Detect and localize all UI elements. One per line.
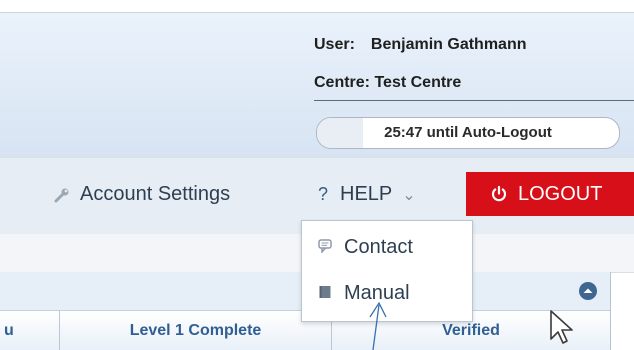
account-settings-label: Account Settings <box>80 183 231 205</box>
header-top-border <box>0 12 634 13</box>
user-label: User: <box>314 36 355 53</box>
centre-name: Test Centre <box>374 74 462 91</box>
help-dropdown-menu: Contact Manual <box>301 220 473 322</box>
auto-logout-text: 25:47 until Auto-Logout <box>384 124 552 141</box>
header-divider <box>314 100 634 101</box>
column-header-partial[interactable]: u <box>0 311 60 350</box>
collapse-icon[interactable] <box>578 281 598 301</box>
mouse-cursor-icon <box>550 310 573 344</box>
power-icon <box>491 185 507 202</box>
auto-logout-timer: 25:47 until Auto-Logout <box>316 117 620 149</box>
centre-line: Centre: Test Centre <box>314 74 461 92</box>
navbar-shade <box>0 154 634 158</box>
help-menu-toggle[interactable]: ? HELP ⌄ <box>318 172 416 216</box>
question-mark-icon: ? <box>318 184 329 204</box>
logout-button[interactable]: LOGOUT <box>466 172 634 216</box>
speech-bubble-icon <box>318 239 332 253</box>
book-icon <box>319 286 331 298</box>
chevron-down-icon: ⌄ <box>402 187 416 204</box>
logout-label: LOGOUT <box>518 183 603 205</box>
help-menu-item-contact[interactable]: Contact <box>302 227 472 267</box>
help-label: HELP <box>340 183 393 205</box>
contact-label: Contact <box>344 236 413 258</box>
column-header-level1-complete[interactable]: Level 1 Complete <box>60 311 332 350</box>
user-name: Benjamin Gathmann <box>370 36 527 53</box>
account-settings-link[interactable]: Account Settings <box>54 172 230 216</box>
manual-label: Manual <box>344 282 410 304</box>
help-menu-item-manual[interactable]: Manual <box>302 273 472 313</box>
wrench-icon <box>54 188 69 203</box>
centre-label: Centre: <box>314 74 371 91</box>
user-line: User: Benjamin Gathmann <box>314 36 526 54</box>
